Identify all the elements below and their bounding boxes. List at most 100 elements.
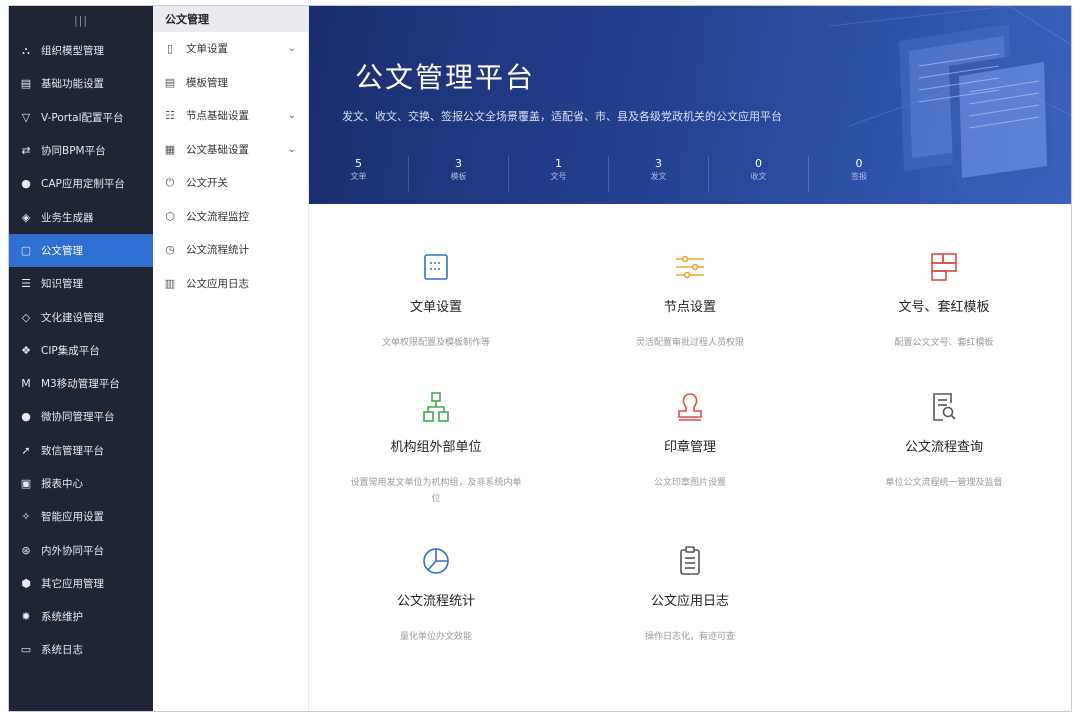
submenu-item[interactable]: ◷ 公文流程统计 — [153, 233, 308, 267]
sidebar-item[interactable]: ▣ 报表中心 — [9, 467, 153, 500]
feature-card[interactable]: 公文流程查询 单位公文流程统一管理及监督 — [817, 390, 1071, 491]
sidebar-item[interactable]: ⊛ 内外协同平台 — [9, 533, 153, 566]
sidebar-item[interactable]: ◇ 文化建设管理 — [9, 300, 153, 333]
log-book-icon: ▥ — [164, 276, 176, 290]
feature-card[interactable]: 公文流程统计 量化单位办文效能 — [309, 544, 563, 645]
sidebar-item[interactable]: M M3移动管理平台 — [9, 367, 153, 400]
sidebar-item[interactable]: ❖ CIP集成平台 — [9, 334, 153, 367]
stat-item[interactable]: 3 模板 — [409, 156, 509, 192]
seal-icon — [673, 390, 707, 424]
feature-card[interactable]: 公文应用日志操作日志化，有迹可查 — [563, 544, 817, 645]
submenu-item-label: 公文基础设置 — [186, 143, 249, 156]
card-description: 配置公文文号、套红模板 — [894, 338, 994, 348]
card-title: 公文流程统计 — [396, 594, 475, 609]
card-title: 公文应用日志 — [650, 594, 729, 609]
sidebar-item[interactable]: ▭ 系统日志 — [9, 633, 153, 666]
sidebar-item-label: 智能应用设置 — [41, 511, 104, 524]
feature-card[interactable]: 文号、套红模板配置公文文号、套红模板 — [817, 250, 1071, 351]
sidebar-item[interactable]: ⛬ 组织模型管理 — [9, 34, 153, 67]
form-icon: ▯ — [166, 42, 174, 56]
gear-icon: ✸ — [21, 610, 31, 624]
sidebar-item[interactable]: ▽ V-Portal配置平台 — [9, 101, 153, 134]
sidebar-item[interactable]: ✸ 系统维护 — [9, 600, 153, 633]
sidebar-item[interactable]: ▤ 基础功能设置 — [9, 67, 153, 100]
feature-card[interactable]: 机构组外部单位设置常用发文单位为机构组，及非系统内单位 — [309, 390, 563, 507]
stat-label: 收文 — [750, 172, 767, 181]
sidebar-collapse-button[interactable]: ||| — [9, 6, 153, 34]
pie-chart-icon — [419, 544, 453, 578]
main-sidebar: ||| ⛬ 组织模型管理 ▤ 基础功能设置 ▽ V-Portal配置平台 ⇄ 协同BPM平台 ●… — [9, 6, 153, 711]
submenu-item[interactable]: ▥ 公文应用日志 — [153, 267, 308, 301]
feature-card[interactable]: 印章管理公文印章图片设置 — [563, 390, 817, 491]
stat-item[interactable]: 1 文号 — [509, 156, 609, 192]
card-title: 印章管理 — [663, 440, 716, 455]
submenu-item-label: 公文流程监控 — [186, 210, 249, 223]
red-template-icon — [927, 250, 961, 284]
log-icon: ▭ — [20, 643, 32, 657]
stat-value: 3 — [655, 157, 662, 170]
submenu-item[interactable]: ▯ 文单设置 ⌄ — [153, 32, 308, 66]
org-tree-icon: ⛬ — [22, 43, 30, 57]
card-description: 文单权限配置及模板制作等 — [381, 338, 490, 348]
submenu-item-label: 公文应用日志 — [186, 277, 249, 290]
feature-card[interactable]: 文单设置文单权限配置及模板制作等 — [309, 250, 563, 351]
submenu-item-label: 节点基础设置 — [186, 110, 249, 123]
cube-icon: ◈ — [21, 210, 31, 224]
m3-icon: M — [21, 377, 31, 391]
chevron-down-icon[interactable]: ⌄ — [288, 144, 296, 155]
card-title: 节点设置 — [663, 300, 716, 315]
card-description: 单位公文流程统一管理及监督 — [885, 478, 1003, 488]
report-icon: ▣ — [20, 477, 32, 490]
submenu-item-label: 公文流程统计 — [186, 244, 249, 257]
sidebar-item[interactable]: ☰ 知识管理 — [9, 267, 153, 300]
submenu-title: 公文管理 — [153, 6, 308, 32]
submenu-item[interactable]: ☷ 节点基础设置 ⌄ — [153, 99, 308, 133]
submenu-item[interactable]: ⬡ 公文流程监控 — [153, 200, 308, 234]
chevron-down-icon[interactable]: ⌄ — [288, 43, 296, 54]
sidebar-item-label: 文化建设管理 — [41, 311, 104, 324]
card-description: 设置常用发文单位为机构组，及非系统内单位 — [350, 478, 522, 504]
sidebar-item-label: CIP集成平台 — [41, 344, 100, 357]
stat-label: 发文 — [650, 172, 667, 181]
stat-value: 5 — [355, 157, 362, 170]
submenu-item[interactable]: ⏻ 公文开关 — [153, 166, 308, 200]
template-icon: ▤ — [164, 75, 176, 89]
stat-value: 0 — [755, 157, 762, 170]
portal-icon: ▽ — [21, 110, 31, 124]
sidebar-item[interactable]: ● CAP应用定制平台 — [9, 167, 153, 200]
card-description: 操作日志化，有迹可查 — [644, 632, 735, 642]
card-title: 机构组外部单位 — [390, 440, 482, 455]
sidebar-item[interactable]: ✧ 智能应用设置 — [9, 500, 153, 533]
doc-search-icon — [927, 390, 961, 424]
sidebar-item-label: 公文管理 — [41, 244, 83, 257]
sidebar-item[interactable]: ⬢ 其它应用管理 — [9, 567, 153, 600]
chevron-down-icon[interactable]: ⌄ — [288, 110, 296, 121]
stat-item[interactable]: 0 收文 — [709, 156, 809, 192]
sidebar-item-label: V-Portal配置平台 — [41, 111, 124, 124]
stat-item[interactable]: 5 文单 — [309, 156, 409, 192]
stat-label: 模板 — [450, 172, 467, 181]
sidebar-item-label: 内外协同平台 — [41, 544, 104, 557]
card-description: 公文印章图片设置 — [653, 478, 726, 488]
sidebar-item[interactable]: ▢ 公文管理 — [9, 233, 153, 268]
power-icon: ⏻ — [165, 175, 175, 189]
stat-item[interactable]: 0 签报 — [809, 156, 909, 192]
stat-item[interactable]: 3 发文 — [609, 156, 709, 192]
clipboard-icon — [673, 544, 707, 578]
sidebar-item[interactable]: ◈ 业务生成器 — [9, 200, 153, 233]
submenu-item[interactable]: ▤ 模板管理 — [153, 66, 308, 100]
node-settings-icon: ☷ — [165, 109, 175, 123]
submenu-item-label: 公文开关 — [186, 177, 228, 190]
bpm-icon: ⇄ — [21, 144, 31, 158]
sidebar-item[interactable]: ● 微协同管理平台 — [9, 400, 153, 433]
sidebar-item[interactable]: ⇄ 协同BPM平台 — [9, 134, 153, 167]
stat-value: 3 — [455, 157, 462, 170]
submenu-item[interactable]: ▦ 公文基础设置 ⌄ — [153, 133, 308, 167]
feature-card[interactable]: 节点设置 灵活配置审批过程人员权限 — [563, 250, 817, 351]
stat-label: 签报 — [851, 172, 867, 181]
card-title: 文号、套红模板 — [898, 300, 990, 315]
sidebar-item[interactable]: ➚ 致信管理平台 — [9, 434, 153, 467]
card-title: 文单设置 — [409, 300, 462, 315]
hero-banner: 公文管理平台 发文、收文、交换、签报公文全场景覆盖，适配省、市、县及各级党政机关… — [309, 6, 1071, 204]
clock-icon: ◷ — [165, 243, 175, 257]
